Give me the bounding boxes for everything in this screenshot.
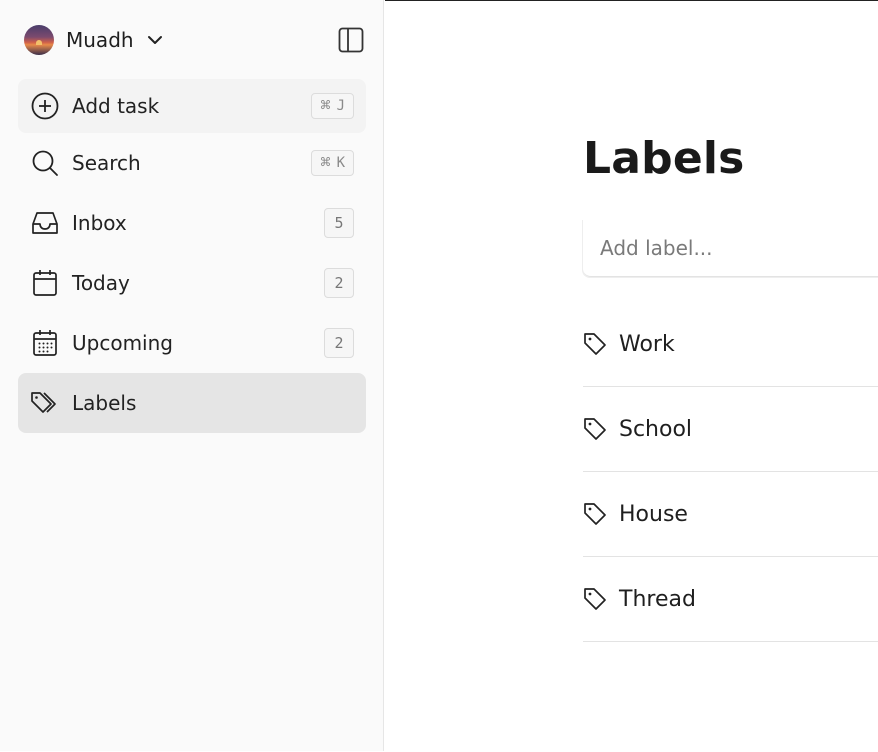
tag-icon <box>583 502 607 526</box>
sidebar-item-upcoming[interactable]: Upcoming 2 <box>18 313 366 373</box>
calendar-icon <box>30 268 60 298</box>
avatar <box>24 25 54 55</box>
calendar-grid-icon <box>30 328 60 358</box>
today-count-badge: 2 <box>324 268 354 298</box>
search-shortcut: ⌘ K <box>311 150 354 176</box>
tag-icon <box>583 417 607 441</box>
search-icon <box>30 148 60 178</box>
label-name: School <box>619 416 693 442</box>
sidebar-item-label: Upcoming <box>72 331 173 355</box>
label-row[interactable]: School <box>583 387 878 472</box>
page-title: Labels <box>583 133 745 184</box>
tag-icon <box>583 332 607 356</box>
label-row[interactable]: Work <box>583 302 878 387</box>
search-label: Search <box>72 151 141 175</box>
sidebar-item-today[interactable]: Today 2 <box>18 253 366 313</box>
add-label-input[interactable] <box>583 219 878 277</box>
inbox-count-badge: 5 <box>324 208 354 238</box>
add-task-shortcut: ⌘ J <box>311 93 354 119</box>
label-row[interactable]: Thread <box>583 557 878 642</box>
account-name: Muadh <box>66 28 134 52</box>
tag-icon <box>583 587 607 611</box>
sidebar-item-label: Inbox <box>72 211 127 235</box>
sidebar-item-label: Today <box>72 271 130 295</box>
chevron-down-icon <box>146 31 164 49</box>
label-row[interactable]: House <box>583 472 878 557</box>
main-content: Labels Work School House Thread <box>385 0 878 752</box>
add-task-button[interactable]: Add task ⌘ J <box>18 79 366 133</box>
sidebar-item-label: Labels <box>72 391 137 415</box>
label-name: Thread <box>619 586 696 612</box>
plus-circle-icon <box>30 91 60 121</box>
account-switcher[interactable]: Muadh <box>24 25 164 55</box>
label-name: Work <box>619 331 675 357</box>
sidebar-item-search[interactable]: Search ⌘ K <box>18 136 366 190</box>
sidebar-item-inbox[interactable]: Inbox 5 <box>18 193 366 253</box>
label-name: House <box>619 501 688 527</box>
add-task-label: Add task <box>72 94 160 118</box>
inbox-icon <box>30 208 60 238</box>
sidebar-toggle-icon[interactable] <box>338 27 364 53</box>
upcoming-count-badge: 2 <box>324 328 354 358</box>
tags-icon <box>30 388 60 418</box>
sidebar: Muadh Add task ⌘ J Search ⌘ K Inbox 5 To… <box>0 0 384 751</box>
sidebar-item-labels[interactable]: Labels <box>18 373 366 433</box>
